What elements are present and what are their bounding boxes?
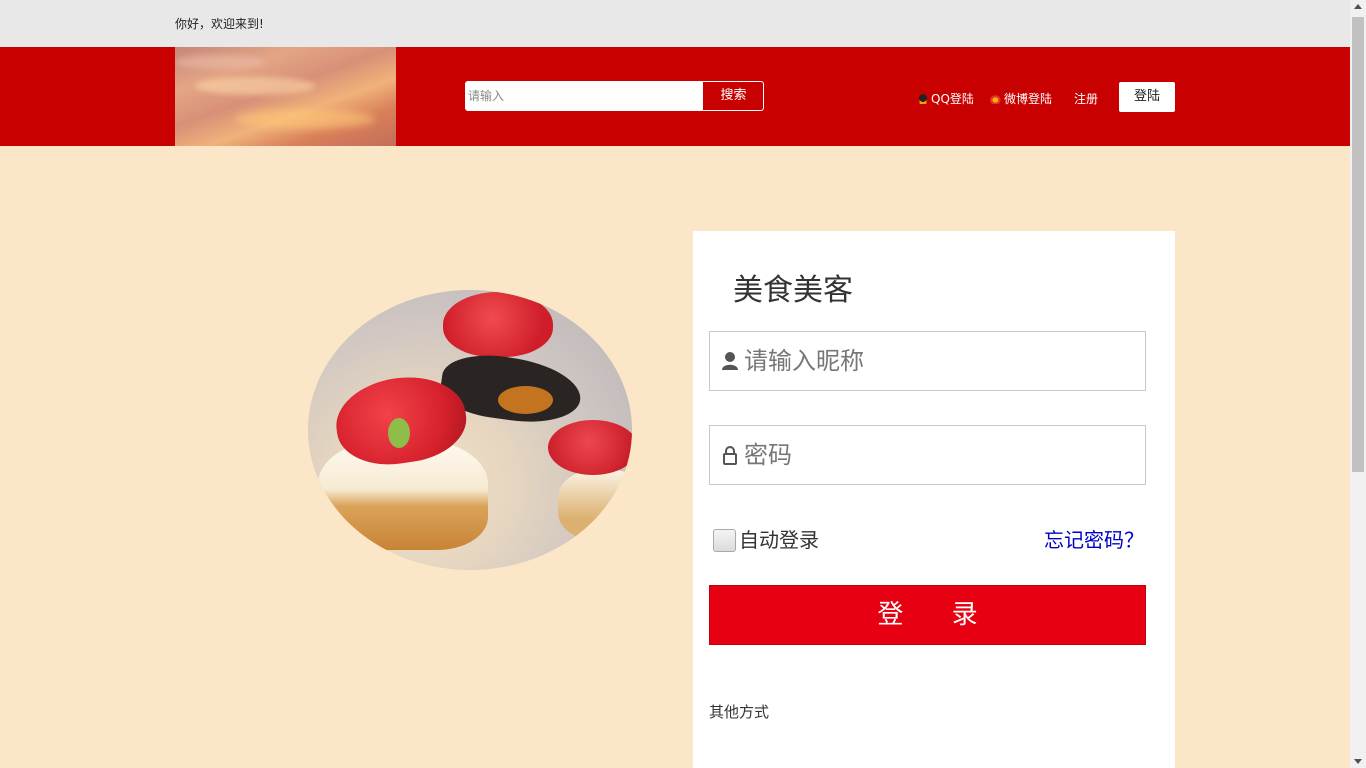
- auto-login-checkbox[interactable]: [713, 529, 736, 552]
- header-login-button[interactable]: 登陆: [1119, 82, 1175, 112]
- login-panel: 美食美客 自动登录 忘记密码？ 登 录 其他方式: [693, 231, 1175, 768]
- weibo-icon: [990, 94, 1002, 104]
- search-input[interactable]: [466, 82, 703, 110]
- scrollbar-thumb[interactable]: [1352, 17, 1364, 472]
- qq-icon: [917, 94, 929, 104]
- password-input[interactable]: [744, 426, 1139, 484]
- login-submit-button[interactable]: 登 录: [709, 585, 1146, 645]
- user-icon: [722, 352, 738, 370]
- qq-login-label: QQ登陆: [931, 92, 974, 106]
- password-field[interactable]: [709, 425, 1146, 485]
- qq-login-link[interactable]: QQ登陆: [917, 90, 974, 107]
- weibo-login-label: 微博登陆: [1004, 92, 1053, 106]
- auto-login-label: 自动登录: [739, 528, 819, 552]
- panel-title: 美食美客: [733, 273, 853, 308]
- forgot-password-link[interactable]: 忘记密码？: [1044, 524, 1144, 553]
- search-button[interactable]: 搜索: [703, 82, 763, 110]
- nickname-input[interactable]: [744, 332, 1139, 390]
- site-logo[interactable]: [175, 47, 396, 146]
- welcome-text: 你好，欢迎来到!: [175, 17, 264, 31]
- other-methods-label: 其他方式: [709, 703, 770, 721]
- nickname-field[interactable]: [709, 331, 1146, 391]
- register-link[interactable]: 注册: [1074, 90, 1098, 107]
- scroll-down-arrow-icon[interactable]: [1354, 759, 1362, 764]
- search-box: 搜索: [465, 81, 764, 111]
- weibo-login-link[interactable]: 微博登陆: [990, 90, 1052, 107]
- lock-icon: [723, 446, 737, 465]
- scroll-up-arrow-icon[interactable]: [1354, 4, 1362, 9]
- page-scrollbar[interactable]: [1350, 0, 1366, 768]
- auto-login-option[interactable]: 自动登录: [713, 524, 819, 553]
- dessert-image: [308, 290, 632, 570]
- top-bar: 你好，欢迎来到!: [0, 0, 1350, 47]
- header: 搜索 QQ登陆 微博登陆 注册 登陆: [0, 47, 1350, 146]
